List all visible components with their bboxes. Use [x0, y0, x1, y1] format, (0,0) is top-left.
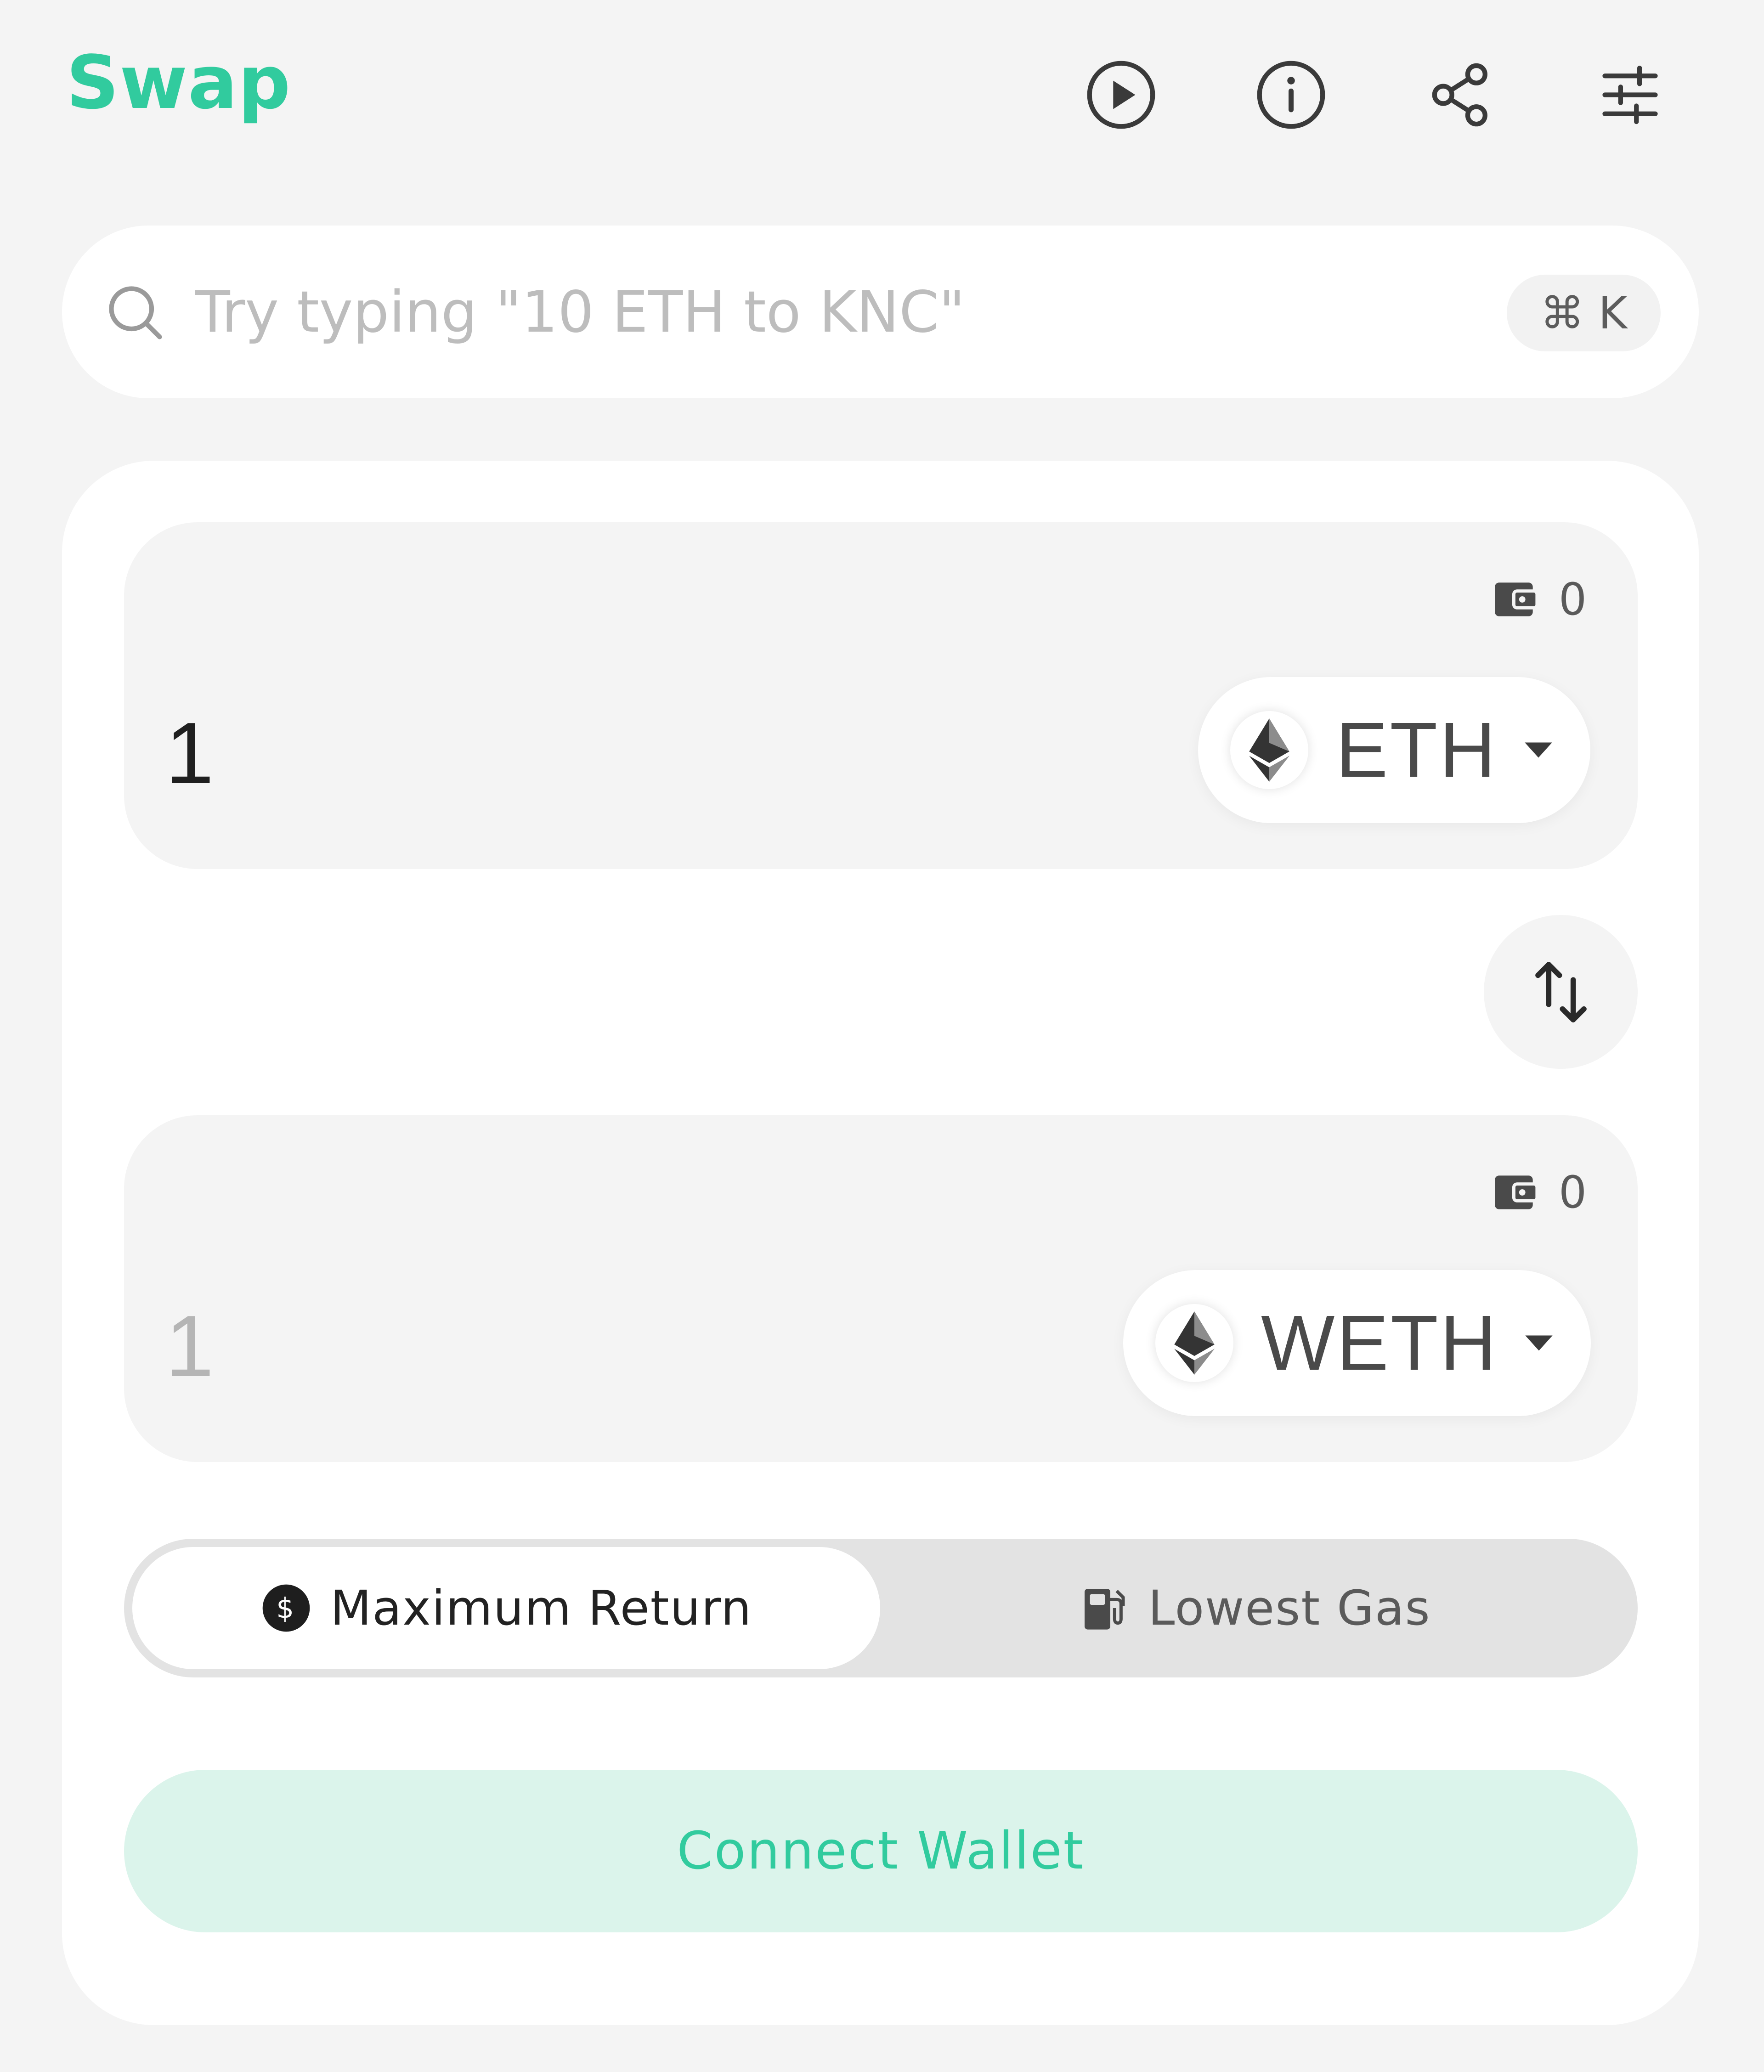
chevron-down-icon	[1525, 1335, 1553, 1351]
wallet-icon	[1495, 582, 1539, 616]
from-token-select[interactable]: ETH	[1198, 677, 1590, 823]
maximum-return-label: Maximum Return	[330, 1580, 752, 1636]
to-balance-value: 0	[1559, 1167, 1587, 1218]
svg-text:$: $	[276, 1592, 296, 1625]
from-amount-input[interactable]: 1	[165, 710, 214, 797]
eth-logo-icon	[1230, 711, 1308, 789]
from-balance-value: 0	[1559, 574, 1587, 625]
from-token-symbol: ETH	[1336, 706, 1498, 794]
play-tutorial-icon[interactable]	[1082, 56, 1160, 134]
search-icon	[103, 281, 168, 345]
lowest-gas-option[interactable]: Lowest Gas	[880, 1547, 1629, 1669]
wallet-icon	[1495, 1175, 1539, 1209]
to-token-select[interactable]: WETH	[1123, 1270, 1591, 1416]
from-balance: 0	[1491, 574, 1587, 625]
gas-pump-icon	[1085, 1589, 1125, 1630]
to-balance: 0	[1491, 1167, 1587, 1218]
info-icon[interactable]	[1252, 56, 1330, 134]
to-token-symbol: WETH	[1261, 1299, 1498, 1387]
search-input[interactable]	[195, 264, 1436, 361]
swap-direction-button[interactable]	[1484, 915, 1638, 1069]
share-icon[interactable]	[1421, 56, 1499, 134]
keyboard-shortcut-badge: ⌘ K	[1507, 275, 1661, 351]
weth-logo-icon	[1155, 1304, 1233, 1382]
settings-sliders-icon[interactable]	[1591, 56, 1669, 134]
maximum-return-option[interactable]: $ Maximum Return	[132, 1547, 880, 1669]
to-amount-output: 1	[165, 1298, 214, 1395]
swap-arrows-icon	[1535, 961, 1587, 1022]
lowest-gas-label: Lowest Gas	[1148, 1580, 1431, 1636]
dollar-circle-icon: $	[262, 1584, 310, 1632]
chevron-down-icon	[1525, 742, 1552, 758]
connect-wallet-button[interactable]: Connect Wallet	[124, 1770, 1638, 1932]
page-title: Swap	[66, 40, 291, 125]
